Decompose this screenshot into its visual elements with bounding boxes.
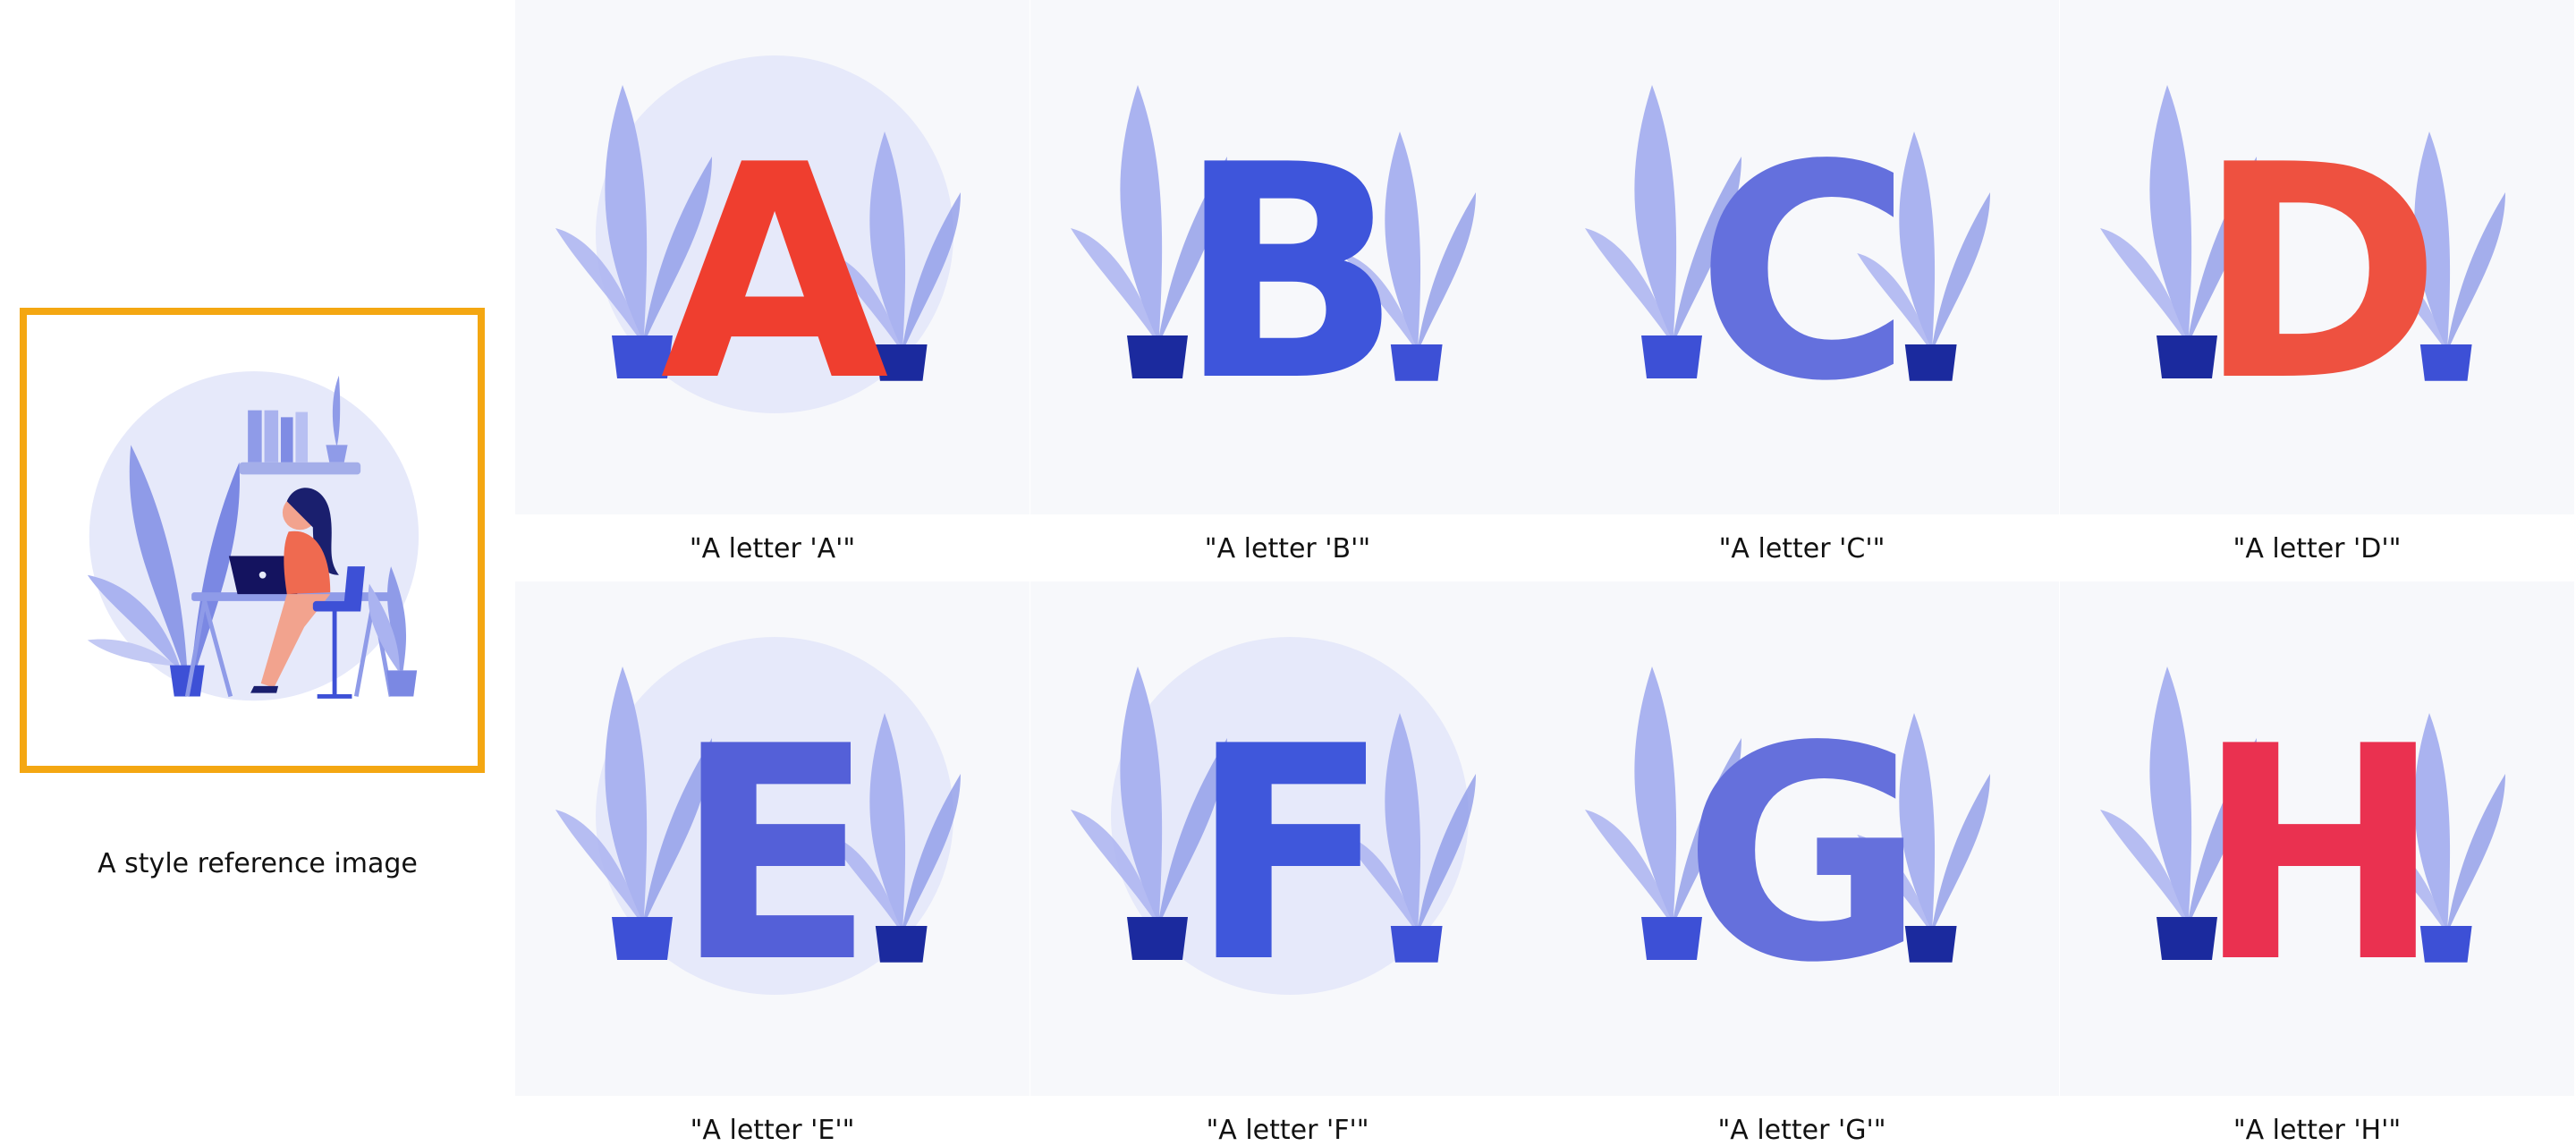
letter-caption: "A letter 'C'" <box>1718 533 1885 565</box>
letter-illustration: H <box>2100 666 2505 1027</box>
reference-illustration <box>87 371 419 701</box>
letter-tile-d: D <box>2060 0 2574 514</box>
letter-caption: "A letter 'A'" <box>689 533 856 565</box>
letter-illustration: C <box>1585 85 1990 446</box>
letter-caption: "A letter 'G'" <box>1717 1115 1886 1146</box>
letter-glyph: B <box>1177 102 1402 446</box>
letter-illustration: B <box>1071 85 1476 446</box>
letter-tile-g: G <box>1545 581 2059 1096</box>
style-reference-image <box>20 308 485 773</box>
letter-illustration: A <box>555 55 961 446</box>
letter-glyph: C <box>1696 102 1912 446</box>
letter-caption: "A letter 'B'" <box>1204 533 1371 565</box>
letter-glyph: A <box>660 102 891 446</box>
reference-caption: A style reference image <box>97 848 418 879</box>
letter-tile-f: F <box>1030 581 1545 1096</box>
letter-illustration: G <box>1585 666 1990 1027</box>
letter-tile-e: E <box>515 581 1030 1096</box>
letter-tile-h: H <box>2060 581 2574 1096</box>
letter-glyph: D <box>2197 102 2442 446</box>
letter-glyph: E <box>674 683 875 1027</box>
letter-caption: "A letter 'H'" <box>2233 1115 2402 1146</box>
letter-tile-c: C <box>1545 0 2059 514</box>
letter-illustration: F <box>1071 637 1476 1027</box>
letter-illustration: E <box>555 637 961 1027</box>
letter-tile-b: B <box>1030 0 1545 514</box>
letter-tile-a: A <box>515 0 1030 514</box>
letter-glyph: G <box>1683 683 1926 1027</box>
letter-glyph: F <box>1189 683 1390 1027</box>
letter-glyph: H <box>2196 683 2443 1027</box>
letter-caption: "A letter 'F'" <box>1206 1115 1369 1146</box>
letter-illustration: D <box>2100 85 2505 446</box>
letter-caption: "A letter 'E'" <box>690 1115 855 1146</box>
letter-caption: "A letter 'D'" <box>2233 533 2402 565</box>
